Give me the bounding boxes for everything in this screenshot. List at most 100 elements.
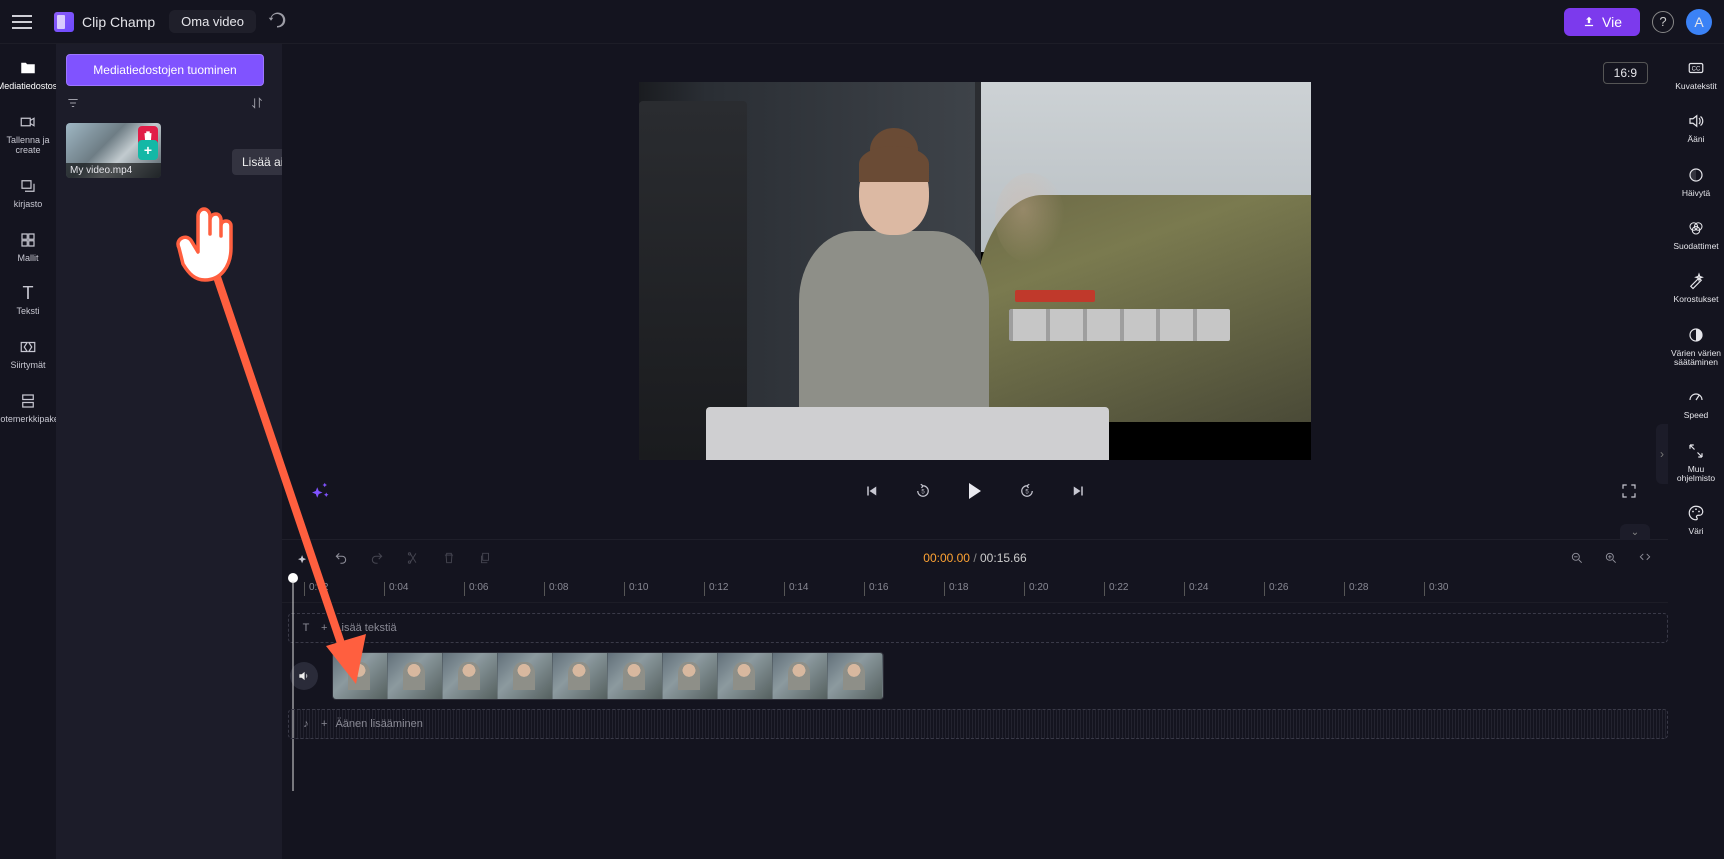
media-thumbnail[interactable]: + My video.mp4	[66, 123, 161, 178]
ruler-tick: 0:02	[304, 582, 384, 596]
player-controls: 5 5	[282, 480, 1668, 502]
duplicate-button[interactable]	[474, 547, 496, 569]
ai-enhance-button[interactable]	[310, 480, 332, 502]
brand-logo-icon	[54, 12, 74, 32]
ai-timeline-button[interactable]	[294, 547, 316, 569]
sidebar-item-captions[interactable]: CC Kuvatekstit	[1668, 52, 1724, 101]
skip-end-button[interactable]	[1068, 480, 1090, 502]
sidebar-item-highlights[interactable]: Korostukset	[1668, 265, 1724, 314]
grid-icon	[18, 230, 38, 250]
filters-icon	[1686, 218, 1706, 238]
svg-text:5: 5	[921, 489, 925, 495]
media-filename: My video.mp4	[66, 163, 161, 178]
sidebar-item-templates[interactable]: Mallit	[0, 224, 56, 274]
fit-timeline-button[interactable]	[1634, 547, 1656, 569]
zoom-in-button[interactable]	[1600, 547, 1622, 569]
brandkit-icon	[18, 391, 38, 411]
play-button[interactable]	[964, 480, 986, 502]
speaker-icon	[1686, 111, 1706, 131]
sidebar-item-other[interactable]: Muu ohjelmisto	[1668, 435, 1724, 494]
center-area: 16:9	[282, 44, 1668, 859]
ruler-tick: 0:20	[1024, 582, 1104, 596]
text-icon: T	[299, 622, 313, 634]
sparkle-wand-icon	[1686, 271, 1706, 291]
media-panel: Mediatiedostojen tuominen + My video.mp4…	[56, 44, 282, 859]
music-note-icon: ♪	[299, 718, 313, 730]
sidebar-item-filters[interactable]: Suodattimet	[1668, 212, 1724, 261]
sidebar-item-record[interactable]: Tallenna ja create	[0, 106, 56, 166]
user-avatar[interactable]: A	[1686, 9, 1712, 35]
redo-button[interactable]	[366, 547, 388, 569]
video-track[interactable]	[288, 649, 1668, 703]
delete-clip-button[interactable]	[438, 547, 460, 569]
sort-icon[interactable]	[250, 96, 264, 113]
collapse-timeline-button[interactable]: ⌄	[1620, 524, 1650, 540]
timeline-ruler[interactable]: 0:020:040:060:080:100:120:140:160:180:20…	[282, 575, 1668, 603]
split-button[interactable]	[402, 547, 424, 569]
preview-area: 16:9	[282, 44, 1668, 539]
fullscreen-button[interactable]	[1618, 480, 1640, 502]
undo-button[interactable]	[330, 547, 352, 569]
speaker-icon	[297, 669, 311, 683]
zoom-out-button[interactable]	[1566, 547, 1588, 569]
ruler-tick: 0:26	[1264, 582, 1344, 596]
skip-start-button[interactable]	[860, 480, 882, 502]
left-sidebar: Mediatiedostosi Tallenna ja create kirja…	[0, 44, 56, 859]
ruler-tick: 0:04	[384, 582, 464, 596]
ruler-tick: 0:18	[944, 582, 1024, 596]
sidebar-item-speed[interactable]: Speed	[1668, 381, 1724, 430]
add-audio-plus-icon: +	[321, 718, 327, 730]
sidebar-item-transitions[interactable]: Siirtymät	[0, 331, 56, 381]
audio-track[interactable]: ♪ + Äänen lisääminen	[288, 709, 1668, 739]
top-bar: Clip Champ Oma video Vie ? A	[0, 0, 1724, 44]
import-media-button[interactable]: Mediatiedostojen tuominen	[66, 54, 264, 86]
timeline-timecode: 00:00.00 / 00:15.66	[923, 551, 1026, 565]
ruler-tick: 0:14	[784, 582, 864, 596]
playhead[interactable]	[288, 573, 298, 583]
transition-icon	[18, 337, 38, 357]
sidebar-item-media[interactable]: Mediatiedostosi	[0, 52, 56, 102]
sidebar-item-coloradjust[interactable]: Värien värien säätäminen	[1668, 319, 1724, 378]
export-label: Vie	[1602, 14, 1622, 30]
sidebar-item-brandkit[interactable]: Tuotemerkkipaketit	[0, 385, 56, 435]
collapse-right-panel[interactable]: ›	[1656, 424, 1668, 484]
video-clip[interactable]	[332, 652, 884, 700]
text-icon: T	[18, 283, 38, 303]
brand-name: Clip Champ	[82, 14, 155, 30]
sync-icon[interactable]	[268, 11, 286, 32]
menu-button[interactable]	[12, 10, 36, 34]
ruler-tick: 0:22	[1104, 582, 1184, 596]
brand: Clip Champ	[54, 12, 155, 32]
video-preview[interactable]	[639, 82, 1311, 460]
palette-icon	[1686, 503, 1706, 523]
add-to-timeline-button[interactable]: +	[138, 140, 158, 160]
ruler-tick: 0:24	[1184, 582, 1264, 596]
clip-audio-button[interactable]	[290, 662, 318, 690]
sidebar-item-library[interactable]: kirjasto	[0, 170, 56, 220]
text-track[interactable]: T + Lisää tekstiä	[288, 613, 1668, 643]
svg-text:CC: CC	[1692, 66, 1701, 72]
sidebar-item-fade[interactable]: Häivytä	[1668, 159, 1724, 208]
filter-icon[interactable]	[66, 96, 80, 113]
svg-text:5: 5	[1025, 489, 1029, 495]
ruler-tick: 0:12	[704, 582, 784, 596]
forward-button[interactable]: 5	[1016, 480, 1038, 502]
help-button[interactable]: ?	[1652, 11, 1674, 33]
sidebar-item-audio[interactable]: Ääni	[1668, 105, 1724, 154]
aspect-ratio-selector[interactable]: 16:9	[1603, 62, 1648, 84]
project-name[interactable]: Oma video	[169, 10, 256, 33]
export-button[interactable]: Vie	[1564, 8, 1640, 36]
ruler-tick: 0:30	[1424, 582, 1504, 596]
sidebar-item-text[interactable]: T Teksti	[0, 277, 56, 327]
right-sidebar: › CC Kuvatekstit Ääni Häivytä Suodattime…	[1668, 44, 1724, 859]
folder-icon	[18, 58, 38, 78]
timeline-toolbar: ⌄ 00:00.00 / 00:15.66	[282, 539, 1668, 575]
ruler-tick: 0:06	[464, 582, 544, 596]
annotation-hand-cursor-icon	[176, 206, 246, 286]
sidebar-item-color[interactable]: Väri	[1668, 497, 1724, 546]
arrows-out-icon	[1686, 441, 1706, 461]
rewind-button[interactable]: 5	[912, 480, 934, 502]
camera-icon	[18, 112, 38, 132]
ruler-tick: 0:28	[1344, 582, 1424, 596]
speedometer-icon	[1686, 387, 1706, 407]
